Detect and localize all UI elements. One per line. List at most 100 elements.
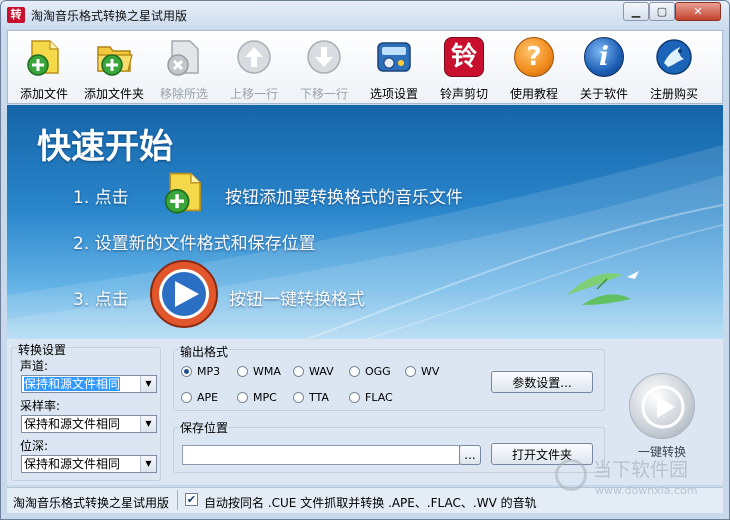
step1-text: 按钮添加要转换格式的音乐文件 — [225, 188, 463, 208]
quick-start-title: 快速开始 — [37, 127, 173, 167]
toolbar-label: 移除所选 — [159, 87, 208, 101]
format-label: APE — [197, 390, 219, 404]
status-separator — [177, 490, 178, 510]
toolbar-label: 选项设置 — [369, 87, 418, 101]
watermark-text: 当下软件园 — [593, 459, 689, 481]
remove-selected-button[interactable]: 移除所选 — [150, 31, 218, 103]
watermark-logo-icon — [555, 459, 587, 491]
format-label: WV — [421, 364, 440, 378]
chevron-down-icon: ▼ — [140, 456, 156, 472]
move-up-icon — [237, 40, 271, 74]
format-label: WMA — [253, 364, 281, 378]
format-mpc-radio[interactable]: MPC — [237, 389, 277, 405]
samplerate-select[interactable]: 保持和源文件相同 ▼ — [21, 415, 157, 433]
samplerate-value: 保持和源文件相同 — [24, 417, 121, 431]
toolbar: 添加文件 添加文件夹 移除所选 上移一行 下移一行 选项设置 铃 铃声剪切 ? … — [7, 30, 723, 104]
chevron-down-icon: ▼ — [140, 376, 156, 392]
checkmark-icon: ✔ — [186, 493, 197, 506]
toolbar-label: 使用教程 — [509, 87, 558, 101]
format-ogg-radio[interactable]: OGG — [349, 363, 391, 379]
format-label: TTA — [309, 390, 329, 404]
channel-select[interactable]: 保持和源文件相同 ▼ — [21, 375, 157, 393]
convert-button[interactable] — [629, 373, 695, 439]
close-icon: ✕ — [693, 5, 703, 18]
maximize-icon: ▢ — [656, 5, 668, 18]
format-label: MPC — [253, 390, 277, 404]
channel-label: 声道: — [20, 359, 49, 373]
minimize-button[interactable]: ▁ — [623, 2, 649, 21]
radio-dot — [237, 391, 248, 403]
save-path-input[interactable] — [182, 445, 460, 465]
format-label: FLAC — [365, 390, 393, 404]
radio-dot — [181, 391, 192, 403]
remove-selected-icon — [167, 40, 199, 76]
quick-start-banner: 快速开始 1. 点击 按钮添加要转换格式的音乐文件 2. 设置新的文件格式和保存… — [7, 105, 723, 339]
add-folder-button[interactable]: 添加文件夹 — [80, 31, 148, 103]
add-folder-icon — [97, 46, 133, 76]
about-button[interactable]: i 关于软件 — [570, 31, 638, 103]
add-file-button[interactable]: 添加文件 — [10, 31, 78, 103]
step2-text: 2. 设置新的文件格式和保存位置 — [73, 234, 316, 254]
register-button[interactable]: 注册购买 — [640, 31, 708, 103]
maximize-button[interactable]: ▢ — [649, 2, 675, 21]
radio-dot — [349, 365, 360, 377]
samplerate-label: 采样率: — [20, 399, 61, 413]
ringtone-cut-button[interactable]: 铃 铃声剪切 — [430, 31, 498, 103]
window-title: 淘淘音乐格式转换之星试用版 — [31, 9, 188, 23]
toolbar-label: 添加文件 — [19, 87, 68, 101]
status-text: 淘淘音乐格式转换之星试用版 — [13, 496, 170, 510]
format-tta-radio[interactable]: TTA — [293, 389, 329, 405]
format-wav-radio[interactable]: WAV — [293, 363, 334, 379]
toolbar-label: 铃声剪切 — [439, 87, 488, 101]
format-label: OGG — [365, 364, 391, 378]
convert-settings-legend: 转换设置 — [17, 341, 68, 358]
bitdepth-label: 位深: — [20, 439, 49, 453]
help-icon: ? — [514, 37, 554, 77]
bitdepth-value: 保持和源文件相同 — [24, 457, 121, 471]
format-flac-radio[interactable]: FLAC — [349, 389, 393, 405]
auto-cue-label: 自动按同名 .CUE 文件抓取并转换 .APE、.FLAC、.WV 的音轨 — [204, 496, 537, 510]
app-logo-icon: 转 — [7, 7, 25, 23]
format-wma-radio[interactable]: WMA — [237, 363, 281, 379]
step1-prefix: 1. 点击 — [73, 188, 129, 208]
ringtone-cut-icon: 铃 — [444, 37, 484, 77]
format-mp3-radio[interactable]: MP3 — [181, 363, 220, 379]
options-icon — [377, 42, 411, 72]
toolbar-label: 关于软件 — [579, 87, 628, 101]
register-icon — [656, 39, 692, 75]
chevron-down-icon: ▼ — [140, 416, 156, 432]
move-down-icon — [307, 40, 341, 74]
save-location-legend: 保存位置 — [179, 419, 230, 436]
about-icon: i — [584, 37, 624, 77]
bitdepth-select[interactable]: 保持和源文件相同 ▼ — [21, 455, 157, 473]
minimize-icon: ▁ — [631, 5, 641, 18]
radio-dot — [181, 365, 192, 377]
move-up-button[interactable]: 上移一行 — [220, 31, 288, 103]
format-wv-radio[interactable]: WV — [405, 363, 439, 379]
auto-cue-checkbox[interactable]: ✔ — [185, 493, 198, 506]
radio-dot — [349, 391, 360, 403]
params-settings-button[interactable]: 参数设置... — [491, 371, 593, 393]
toolbar-label: 注册购买 — [649, 87, 698, 101]
browse-button[interactable]: ... — [459, 445, 481, 465]
radio-dot — [237, 365, 248, 377]
convert-play-icon — [150, 260, 218, 328]
toolbar-label: 添加文件夹 — [83, 87, 144, 101]
radio-dot — [293, 365, 304, 377]
add-file-icon — [27, 40, 59, 76]
app-window: 转 淘淘音乐格式转换之星试用版 ▁ ▢ ✕ 添加文件 添加文件夹 移除所选 上移… — [0, 0, 730, 520]
channel-value: 保持和源文件相同 — [24, 377, 121, 391]
add-file-icon — [164, 172, 201, 214]
options-button[interactable]: 选项设置 — [360, 31, 428, 103]
toolbar-label: 上移一行 — [229, 87, 278, 101]
help-button[interactable]: ? 使用教程 — [500, 31, 568, 103]
title-bar[interactable]: 转 淘淘音乐格式转换之星试用版 ▁ ▢ ✕ — [1, 1, 729, 29]
step3-prefix: 3. 点击 — [73, 290, 129, 310]
move-down-button[interactable]: 下移一行 — [290, 31, 358, 103]
format-label: MP3 — [197, 364, 221, 378]
format-ape-radio[interactable]: APE — [181, 389, 218, 405]
radio-dot — [405, 365, 416, 377]
toolbar-label: 下移一行 — [299, 87, 348, 101]
close-button[interactable]: ✕ — [675, 2, 721, 21]
watermark-url: www.downxia.com — [595, 484, 698, 497]
